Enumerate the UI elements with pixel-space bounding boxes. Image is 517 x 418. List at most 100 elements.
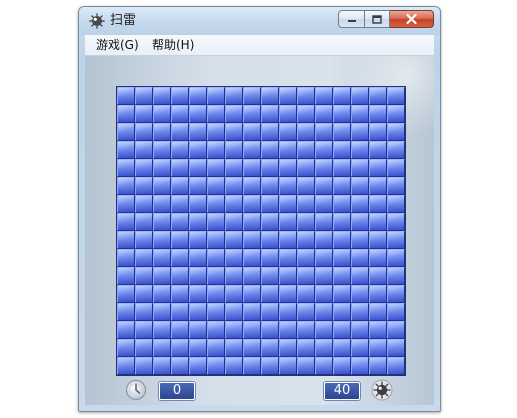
minefield-cell[interactable] [135,339,153,357]
minefield-cell[interactable] [351,123,369,141]
minefield-cell[interactable] [153,195,171,213]
minefield-cell[interactable] [153,285,171,303]
minefield-cell[interactable] [387,141,405,159]
minefield-cell[interactable] [207,249,225,267]
minefield-cell[interactable] [189,87,207,105]
minefield-cell[interactable] [279,321,297,339]
minefield-cell[interactable] [315,267,333,285]
minefield-cell[interactable] [333,321,351,339]
minefield-cell[interactable] [117,357,135,375]
minefield-cell[interactable] [261,105,279,123]
minefield-cell[interactable] [369,177,387,195]
minefield-cell[interactable] [279,195,297,213]
minefield-cell[interactable] [333,87,351,105]
minefield-cell[interactable] [135,105,153,123]
minefield-cell[interactable] [315,303,333,321]
minefield-cell[interactable] [117,123,135,141]
minefield-cell[interactable] [333,285,351,303]
minefield-cell[interactable] [261,321,279,339]
minefield-cell[interactable] [297,213,315,231]
minefield-cell[interactable] [171,105,189,123]
minefield-cell[interactable] [189,141,207,159]
minefield-cell[interactable] [189,177,207,195]
minefield-cell[interactable] [135,159,153,177]
minefield-cell[interactable] [369,123,387,141]
minefield-cell[interactable] [135,141,153,159]
minefield-cell[interactable] [135,231,153,249]
minefield-cell[interactable] [189,357,207,375]
minefield-cell[interactable] [333,249,351,267]
minefield-cell[interactable] [387,249,405,267]
minefield-cell[interactable] [387,339,405,357]
minefield-cell[interactable] [189,123,207,141]
minefield-cell[interactable] [387,195,405,213]
minefield-cell[interactable] [243,357,261,375]
minefield-cell[interactable] [225,285,243,303]
minefield-cell[interactable] [117,303,135,321]
minefield-cell[interactable] [315,123,333,141]
minefield-cell[interactable] [207,321,225,339]
minefield-cell[interactable] [351,87,369,105]
minefield-cell[interactable] [261,339,279,357]
minefield-cell[interactable] [243,249,261,267]
minefield-cell[interactable] [171,267,189,285]
minefield-cell[interactable] [189,231,207,249]
minefield-cell[interactable] [153,303,171,321]
minefield-cell[interactable] [351,267,369,285]
minefield-cell[interactable] [225,105,243,123]
minefield-cell[interactable] [153,231,171,249]
minefield-cell[interactable] [315,213,333,231]
minefield-cell[interactable] [225,357,243,375]
minefield-cell[interactable] [333,159,351,177]
minefield-cell[interactable] [171,159,189,177]
minefield-cell[interactable] [315,357,333,375]
minefield-cell[interactable] [369,249,387,267]
minefield-cell[interactable] [351,231,369,249]
minefield-cell[interactable] [153,159,171,177]
minefield-cell[interactable] [153,141,171,159]
minefield-cell[interactable] [189,159,207,177]
minefield-cell[interactable] [387,213,405,231]
minefield-cell[interactable] [369,339,387,357]
minefield-cell[interactable] [189,105,207,123]
minefield-cell[interactable] [297,267,315,285]
minefield-cell[interactable] [369,303,387,321]
minefield-cell[interactable] [351,303,369,321]
minefield-cell[interactable] [171,141,189,159]
minefield-cell[interactable] [351,339,369,357]
minefield-cell[interactable] [135,123,153,141]
minefield-cell[interactable] [225,213,243,231]
minefield-cell[interactable] [207,177,225,195]
minefield-cell[interactable] [279,159,297,177]
minefield-cell[interactable] [153,105,171,123]
minefield-cell[interactable] [135,321,153,339]
minefield-cell[interactable] [243,141,261,159]
minefield-cell[interactable] [261,87,279,105]
minefield-cell[interactable] [387,285,405,303]
minefield-cell[interactable] [243,87,261,105]
minefield-cell[interactable] [369,285,387,303]
minefield-cell[interactable] [387,357,405,375]
minefield-cell[interactable] [297,141,315,159]
minefield-cell[interactable] [243,267,261,285]
minefield-cell[interactable] [351,285,369,303]
minefield-cell[interactable] [171,177,189,195]
minefield-cell[interactable] [351,321,369,339]
minefield-cell[interactable] [333,177,351,195]
minefield-cell[interactable] [387,87,405,105]
minefield-cell[interactable] [261,195,279,213]
minefield-cell[interactable] [207,303,225,321]
minefield-cell[interactable] [297,105,315,123]
minefield-cell[interactable] [225,159,243,177]
minefield-cell[interactable] [279,303,297,321]
minefield-cell[interactable] [117,285,135,303]
minefield-cell[interactable] [279,213,297,231]
minefield-cell[interactable] [369,105,387,123]
minefield-cell[interactable] [189,339,207,357]
minefield-cell[interactable] [369,321,387,339]
menu-game[interactable]: 游戏(G) [93,38,142,52]
minefield-cell[interactable] [135,213,153,231]
minefield-cell[interactable] [117,249,135,267]
minefield-cell[interactable] [153,339,171,357]
minefield-cell[interactable] [297,339,315,357]
